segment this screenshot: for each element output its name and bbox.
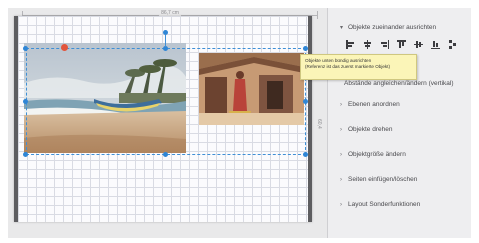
align-top-icon[interactable]	[397, 40, 406, 49]
menu-object-size[interactable]: › Objektgröße ändern	[340, 151, 406, 158]
height-ruler-label: 60,4	[316, 119, 322, 129]
align-left-icon[interactable]	[346, 40, 355, 49]
rotate-connector	[165, 35, 166, 47]
menu-rotate-objects[interactable]: › Objekte drehen	[340, 126, 392, 133]
chevron-right-icon: ›	[340, 177, 342, 183]
menu-insert-pages[interactable]: › Seiten einfügen/löschen	[340, 176, 417, 183]
chevron-right-icon: ›	[340, 152, 342, 158]
distribute-icon[interactable]	[448, 40, 457, 49]
app-window: 86,7 cm 60,4 ▾ Objekte zueinander ausric…	[0, 0, 479, 243]
align-bottom-tooltip: Objekte unten bündig ausrichten (Referen…	[300, 54, 417, 80]
rotate-handle[interactable]	[61, 44, 68, 51]
distribute-spacing-label: Abstände angleichen/ändern (vertikal)	[344, 80, 454, 87]
resize-handle-top-right[interactable]	[303, 46, 308, 51]
window-edge	[471, 8, 479, 238]
tooltip-note: (Referenz ist das zuerst markierte Objek…	[305, 64, 391, 69]
resize-handle-middle-left[interactable]	[23, 99, 28, 104]
resize-handle-top-left[interactable]	[23, 46, 28, 51]
resize-handle-middle-right[interactable]	[303, 99, 308, 104]
resize-handle-bottom-right[interactable]	[303, 152, 308, 157]
chevron-right-icon: ›	[340, 202, 342, 208]
chevron-right-icon: ›	[340, 102, 342, 108]
align-toolbar	[344, 38, 470, 52]
chevron-right-icon: ›	[340, 127, 342, 133]
align-middle-icon[interactable]	[414, 40, 423, 49]
menu-align-objects[interactable]: ▾ Objekte zueinander ausrichten	[340, 24, 436, 31]
menu-arrange-layers[interactable]: › Ebenen anordnen	[340, 101, 400, 108]
chevron-down-icon: ▾	[340, 25, 344, 31]
resize-handle-bottom-left[interactable]	[23, 152, 28, 157]
resize-handle-bottom-center[interactable]	[163, 152, 168, 157]
selection-frame[interactable]	[26, 48, 306, 155]
align-right-icon[interactable]	[380, 40, 389, 49]
align-bottom-icon[interactable]	[431, 40, 440, 49]
align-center-icon[interactable]	[363, 40, 372, 49]
menu-layout-special[interactable]: › Layout Sonderfunktionen	[340, 201, 420, 208]
